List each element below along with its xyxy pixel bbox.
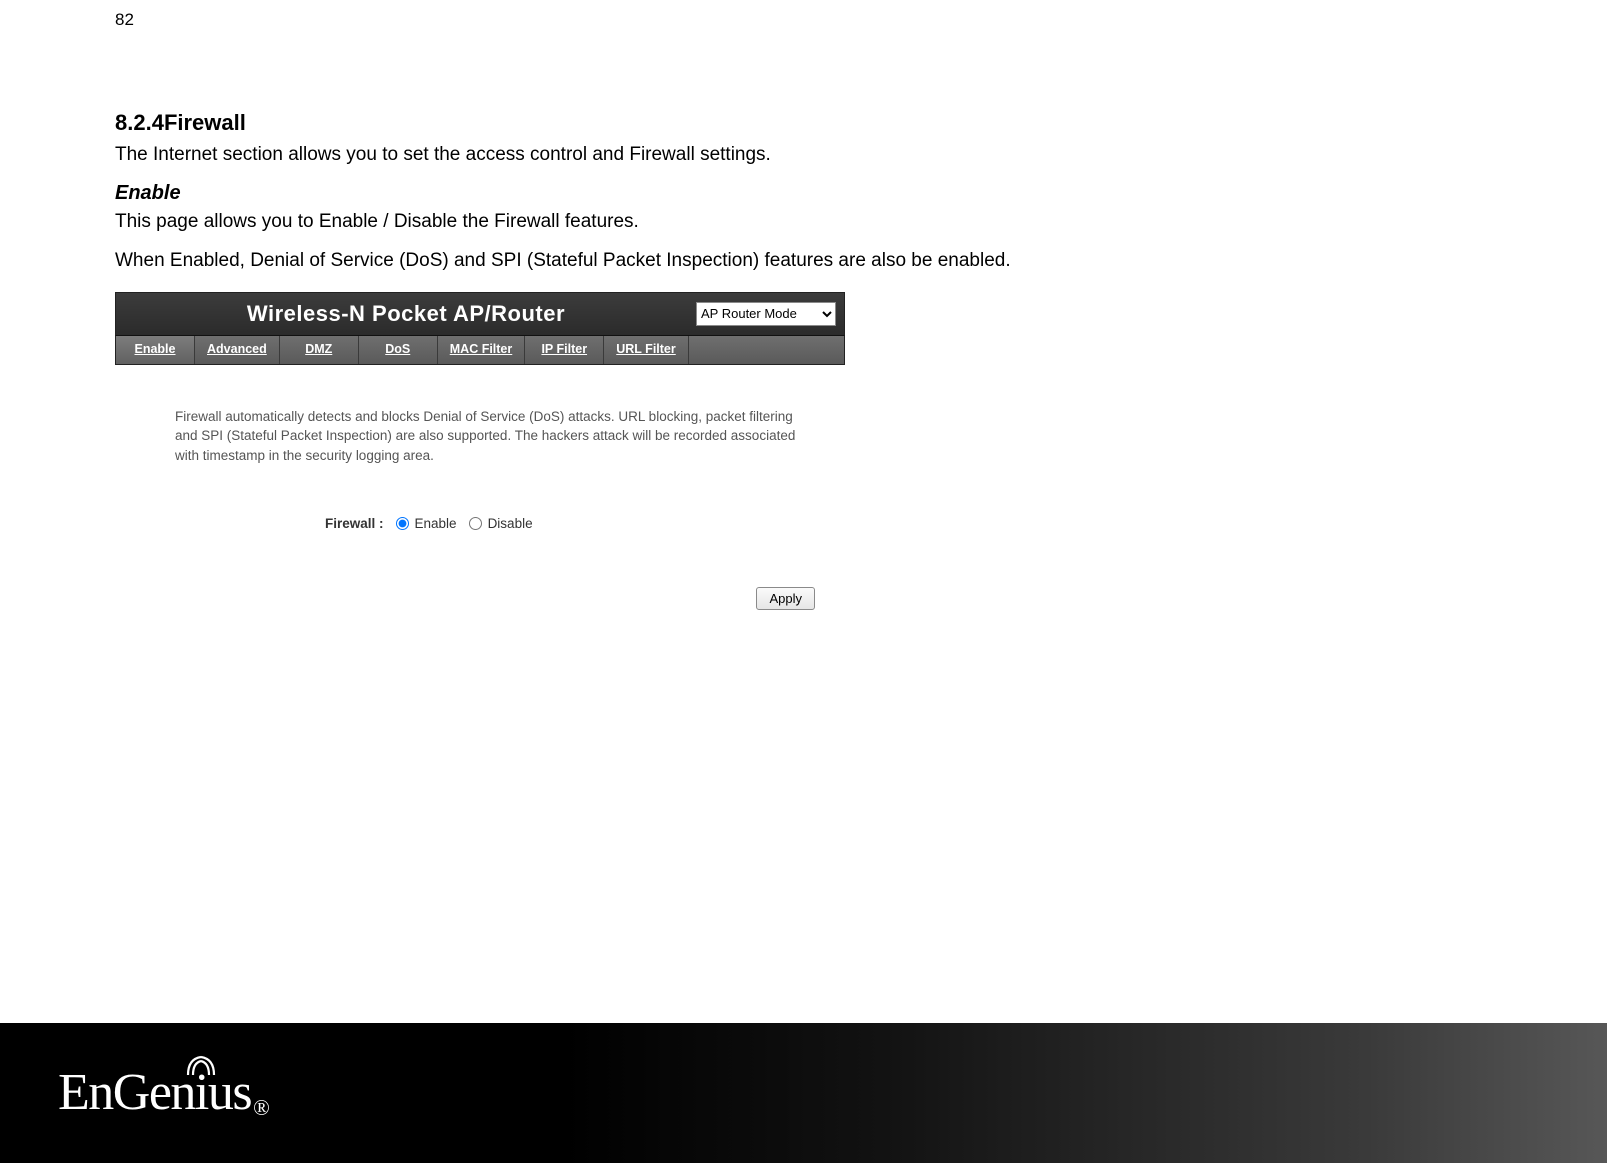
router-header-bar: Wireless-N Pocket AP/Router AP Router Mo… (115, 292, 845, 336)
logo-letter: E (58, 1067, 88, 1119)
tab-advanced[interactable]: Advanced (195, 336, 280, 364)
router-description-text: Firewall automatically detects and block… (115, 365, 845, 466)
logo-letter: s (232, 1067, 251, 1119)
subsection-body-1: This page allows you to Enable / Disable… (115, 209, 1492, 235)
apply-button-row: Apply (115, 531, 845, 618)
tab-dmz[interactable]: DMZ (280, 336, 359, 364)
router-ui-screenshot: Wireless-N Pocket AP/Router AP Router Mo… (115, 292, 845, 618)
mode-select-wrap: AP Router Mode (696, 302, 844, 326)
router-title: Wireless-N Pocket AP/Router (116, 301, 696, 327)
document-page: 82 8.2.4Firewall The Internet section al… (0, 0, 1607, 1163)
page-number: 82 (115, 10, 1492, 30)
section-title: Firewall (164, 110, 246, 135)
engenius-logo: EnGeni us® (58, 1067, 268, 1119)
firewall-enable-radio[interactable] (396, 517, 409, 530)
subsection-body-2: When Enabled, Denial of Service (DoS) an… (115, 248, 1492, 274)
subsection-heading: Enable (115, 182, 1492, 205)
firewall-disable-radio[interactable] (469, 517, 482, 530)
firewall-disable-option[interactable]: Disable (469, 516, 533, 531)
apply-button[interactable]: Apply (756, 587, 815, 610)
firewall-setting-row: Firewall : Enable Disable (115, 466, 845, 531)
firewall-label: Firewall : (325, 516, 384, 531)
logo-letter: e (149, 1067, 171, 1119)
registered-mark: ® (253, 1097, 268, 1119)
mode-select[interactable]: AP Router Mode (696, 302, 836, 326)
tab-enable[interactable]: Enable (116, 336, 195, 364)
brand-footer: EnGeni us® (0, 1023, 1607, 1163)
logo-letter: G (113, 1067, 149, 1119)
tab-mac-filter[interactable]: MAC Filter (438, 336, 526, 364)
firewall-enable-option[interactable]: Enable (396, 516, 457, 531)
firewall-enable-text: Enable (415, 516, 457, 531)
section-heading: 8.2.4Firewall (115, 110, 1492, 136)
section-number: 8.2.4 (115, 110, 164, 135)
section-intro: The Internet section allows you to set t… (115, 142, 1492, 168)
tab-url-filter[interactable]: URL Filter (604, 336, 689, 364)
logo-letter-antenna: i (195, 1067, 208, 1119)
logo-letter: n (88, 1067, 113, 1119)
router-tab-bar: Enable Advanced DMZ DoS MAC Filter IP Fi… (115, 336, 845, 365)
antenna-icon (184, 1051, 218, 1077)
tab-ip-filter[interactable]: IP Filter (525, 336, 604, 364)
firewall-disable-text: Disable (488, 516, 533, 531)
tab-dos[interactable]: DoS (359, 336, 438, 364)
